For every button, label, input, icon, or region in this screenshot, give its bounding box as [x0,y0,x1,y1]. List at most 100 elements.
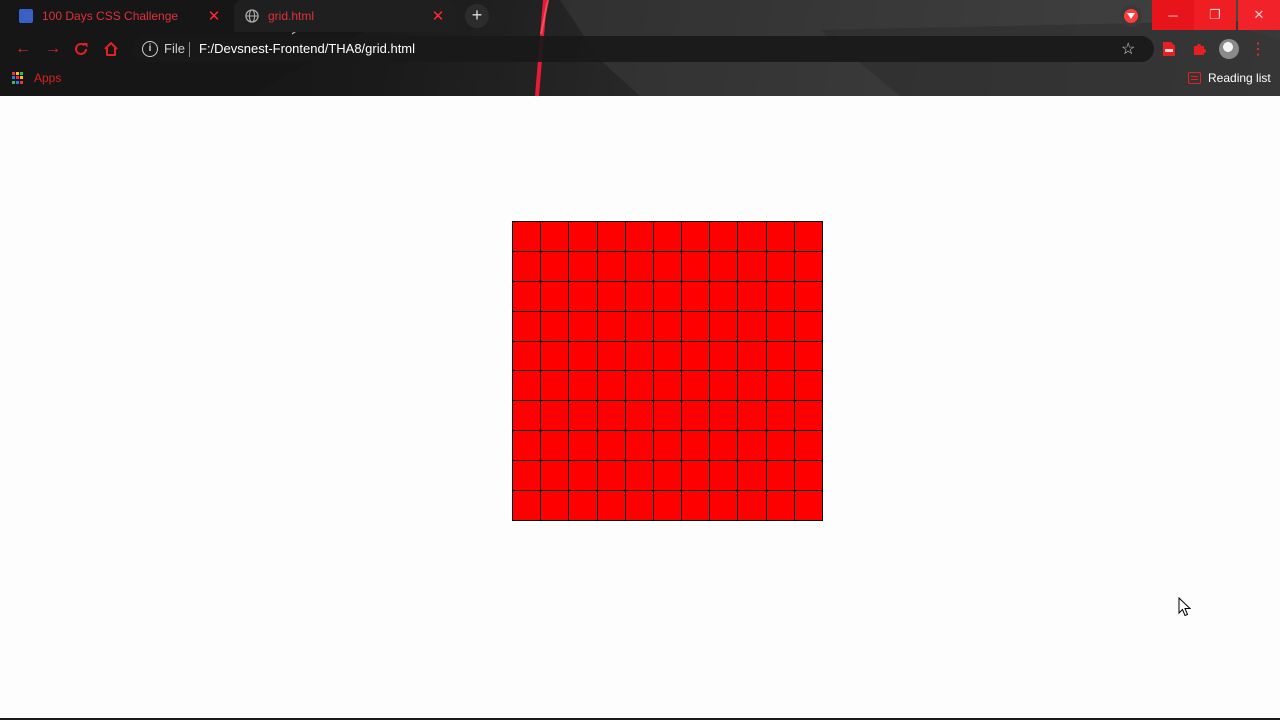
more-options-icon[interactable]: ⋮ [1250,39,1266,59]
grid-cell [513,341,541,371]
grid-cell [710,371,738,401]
grid-cell [569,311,597,341]
pdf-extension-icon[interactable] [1160,40,1178,58]
grid-cell [597,251,625,281]
grid-cell [541,461,569,491]
grid-cell [569,222,597,251]
grid-cell [710,491,738,520]
grid-cell [766,461,794,491]
grid-cell [541,222,569,251]
grid-cell [625,401,653,431]
grid-cell [513,251,541,281]
grid-cell [766,311,794,341]
tab-100-days-css[interactable]: 100 Days CSS Challenge ✕ [8,0,232,32]
grid-cell [541,251,569,281]
grid-cell [541,311,569,341]
grid-cell [794,371,822,401]
grid-cell [513,401,541,431]
bookmarks-bar: Apps Reading list [0,66,1280,96]
close-icon[interactable]: ✕ [430,7,446,25]
chrome-menu-button[interactable] [1120,5,1142,27]
grid-cell [710,251,738,281]
grid-cell [569,341,597,371]
avatar[interactable] [1219,39,1239,59]
grid-cell [569,461,597,491]
new-tab-button[interactable]: + [465,4,489,28]
grid-cell [625,251,653,281]
grid-cell [653,222,682,251]
grid-cell [682,311,710,341]
grid-cell [569,401,597,431]
tab-title: grid.html [268,9,315,23]
grid-cell [597,311,625,341]
grid-cell [625,341,653,371]
address-bar[interactable]: i File F:/Devsnest-Frontend/THA8/grid.ht… [132,36,1154,62]
chevron-down-icon [1124,9,1138,23]
grid-cell [766,341,794,371]
grid-cell [569,371,597,401]
grid-cell [794,281,822,311]
forward-arrow-icon[interactable]: → [42,38,64,60]
grid-cell [513,431,541,461]
home-icon[interactable] [100,38,122,60]
grid-cell [625,222,653,251]
grid-cell [541,431,569,461]
toolbar: ← → i File F:/Devsnest-Frontend/THA8/gri… [0,32,1280,66]
back-arrow-icon[interactable]: ← [12,38,34,60]
grid-cell [597,431,625,461]
tab-grid-html[interactable]: grid.html ✕ [234,0,456,32]
grid-cell [625,431,653,461]
grid-cell [738,341,766,371]
info-icon[interactable]: i [142,41,158,57]
grid-cell [710,281,738,311]
reading-list-icon [1188,72,1201,84]
grid-cell [653,461,682,491]
window-close-button[interactable]: ✕ [1238,0,1280,30]
grid-cell [569,491,597,520]
grid-cell [541,401,569,431]
grid-cell [653,281,682,311]
grid-cell [653,401,682,431]
grid-cell [541,491,569,520]
grid-cell [710,431,738,461]
star-icon[interactable]: ☆ [1121,39,1135,59]
grid-cell [597,371,625,401]
grid-cell [682,371,710,401]
grid-cell [738,222,766,251]
grid-cell [794,341,822,371]
grid-cell [710,341,738,371]
grid-cell [794,401,822,431]
grid-cell [738,431,766,461]
grid-cell [653,431,682,461]
page-viewport [0,96,1280,718]
grid-cell [794,251,822,281]
grid-cell [569,281,597,311]
grid-cell [738,401,766,431]
grid-cell [738,251,766,281]
grid-cell [710,461,738,491]
grid-cell [682,491,710,520]
minimize-button[interactable]: ─ [1152,0,1194,30]
url-text[interactable]: F:/Devsnest-Frontend/THA8/grid.html [199,41,415,56]
scheme-label: File [164,41,185,56]
grid-cell [653,251,682,281]
apps-shortcut[interactable]: Apps [12,71,61,85]
grid-cell [766,222,794,251]
grid-cell [682,461,710,491]
grid-cell [794,461,822,491]
restore-button[interactable]: ❐ [1194,0,1236,30]
globe-icon [244,8,260,24]
grid-cell [625,491,653,520]
grid-cell [513,491,541,520]
extensions-puzzle-icon[interactable] [1190,40,1208,58]
grid-cell [794,222,822,251]
grid-cell [738,371,766,401]
grid-cell [597,461,625,491]
close-icon[interactable]: ✕ [206,7,222,25]
grid-cell [625,281,653,311]
grid-cell [653,311,682,341]
grid-cell [794,311,822,341]
reload-icon[interactable] [70,38,92,60]
grid-cell [710,311,738,341]
reading-list-button[interactable]: Reading list [1188,71,1271,85]
